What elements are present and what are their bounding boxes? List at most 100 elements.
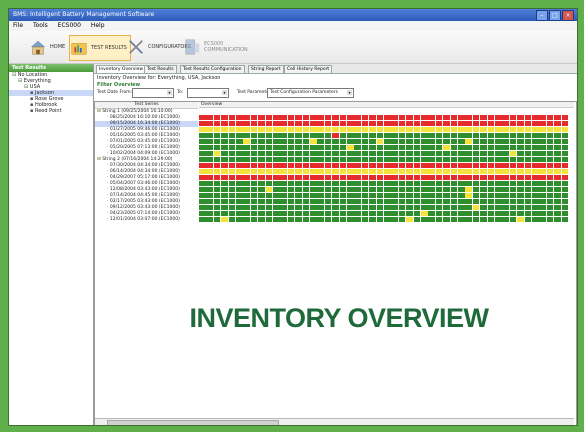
heatmap-cell[interactable] — [339, 133, 347, 138]
heatmap-cell[interactable] — [524, 181, 532, 186]
heatmap-cell[interactable] — [509, 181, 517, 186]
heatmap-cell[interactable] — [287, 169, 295, 174]
heatmap-cell[interactable] — [443, 157, 450, 162]
heatmap-cell[interactable] — [472, 133, 480, 138]
heatmap-cell[interactable] — [502, 175, 510, 180]
heatmap-cell[interactable] — [376, 127, 384, 132]
heatmap-cell[interactable] — [524, 211, 532, 216]
heatmap-cell[interactable] — [450, 121, 458, 126]
heatmap-cell[interactable] — [332, 127, 339, 132]
heatmap-cell[interactable] — [287, 151, 295, 156]
heatmap-cell[interactable] — [332, 169, 339, 174]
heatmap-cell[interactable] — [472, 115, 480, 120]
heatmap-cell[interactable] — [213, 115, 221, 120]
heatmap-cell[interactable] — [354, 175, 362, 180]
heatmap-cell[interactable] — [421, 121, 428, 126]
heatmap-cell[interactable] — [509, 163, 517, 168]
heatmap-cell[interactable] — [302, 139, 310, 144]
heatmap-cell[interactable] — [295, 217, 302, 222]
heatmap-cell[interactable] — [280, 193, 288, 198]
heatmap-cell[interactable] — [273, 181, 280, 186]
heatmap-cell[interactable] — [391, 205, 399, 210]
heatmap-cell[interactable] — [354, 199, 362, 204]
heatmap-cell[interactable] — [472, 169, 480, 174]
heatmap-cell[interactable] — [265, 175, 273, 180]
heatmap-cell[interactable] — [347, 157, 354, 162]
heatmap-cell[interactable] — [509, 205, 517, 210]
heatmap-cell[interactable] — [532, 187, 539, 192]
heatmap-cell[interactable] — [450, 217, 458, 222]
heatmap-cell[interactable] — [295, 187, 302, 192]
configurators-button[interactable]: CONFIGURATORS — [127, 35, 191, 59]
heatmap-cell[interactable] — [435, 175, 443, 180]
heatmap-cell[interactable] — [236, 169, 243, 174]
heatmap-cell[interactable] — [450, 157, 458, 162]
heatmap-cell[interactable] — [236, 163, 243, 168]
heatmap-cell[interactable] — [517, 181, 524, 186]
heatmap-cell[interactable] — [258, 157, 265, 162]
heatmap-cell[interactable] — [458, 157, 465, 162]
heatmap-cell[interactable] — [539, 139, 547, 144]
heatmap-cell[interactable] — [495, 133, 502, 138]
menu-file[interactable]: File — [13, 22, 23, 29]
heatmap-cell[interactable] — [339, 169, 347, 174]
heatmap-cell[interactable] — [302, 193, 310, 198]
heatmap-cell[interactable] — [554, 115, 561, 120]
heatmap-cell[interactable] — [413, 139, 421, 144]
heatmap-cell[interactable] — [524, 151, 532, 156]
heatmap-cell[interactable] — [324, 163, 332, 168]
heatmap-cell[interactable] — [250, 127, 258, 132]
heatmap-cell[interactable] — [524, 169, 532, 174]
heatmap-cell[interactable] — [361, 163, 369, 168]
heatmap-cell[interactable] — [280, 169, 288, 174]
heatmap-cell[interactable] — [258, 199, 265, 204]
heatmap-cell[interactable] — [273, 211, 280, 216]
heatmap-cell[interactable] — [376, 157, 384, 162]
heatmap-cell[interactable] — [287, 199, 295, 204]
heatmap-cell[interactable] — [361, 127, 369, 132]
heatmap-cell[interactable] — [324, 139, 332, 144]
heatmap-cell[interactable] — [413, 199, 421, 204]
heatmap-cell[interactable] — [384, 217, 391, 222]
heatmap-cell[interactable] — [265, 145, 273, 150]
heatmap-cell[interactable] — [561, 157, 569, 162]
heatmap-cell[interactable] — [302, 115, 310, 120]
heatmap-cell[interactable] — [391, 127, 399, 132]
heatmap-cell[interactable] — [332, 199, 339, 204]
heatmap-cell[interactable] — [339, 139, 347, 144]
heatmap-cell[interactable] — [435, 163, 443, 168]
heatmap-cell[interactable] — [243, 175, 251, 180]
heatmap-cell[interactable] — [250, 181, 258, 186]
heatmap-cell[interactable] — [287, 127, 295, 132]
heatmap-cell[interactable] — [317, 211, 325, 216]
heatmap-cell[interactable] — [450, 151, 458, 156]
heatmap-cell[interactable] — [502, 121, 510, 126]
heatmap-cell[interactable] — [310, 205, 317, 210]
heatmap-cell[interactable] — [532, 211, 539, 216]
heatmap-cell[interactable] — [398, 205, 406, 210]
heatmap-cell[interactable] — [428, 145, 436, 150]
heatmap-cell[interactable] — [302, 187, 310, 192]
heatmap-cell[interactable] — [199, 127, 206, 132]
heatmap-cell[interactable] — [480, 115, 487, 120]
heatmap-cell[interactable] — [539, 205, 547, 210]
heatmap-cell[interactable] — [317, 175, 325, 180]
heatmap-cell[interactable] — [228, 187, 236, 192]
heatmap-cell[interactable] — [398, 199, 406, 204]
heatmap-cell[interactable] — [369, 175, 376, 180]
heatmap-cell[interactable] — [465, 175, 473, 180]
heatmap-cell[interactable] — [495, 145, 502, 150]
heatmap-cell[interactable] — [450, 115, 458, 120]
heatmap-cell[interactable] — [273, 115, 280, 120]
heatmap-cell[interactable] — [250, 133, 258, 138]
heatmap-cell[interactable] — [539, 145, 547, 150]
heatmap-cell[interactable] — [310, 115, 317, 120]
heatmap-cell[interactable] — [539, 175, 547, 180]
heatmap-cell[interactable] — [450, 133, 458, 138]
heatmap-cell[interactable] — [206, 121, 214, 126]
heatmap-cell[interactable] — [443, 211, 450, 216]
heatmap-cell[interactable] — [532, 193, 539, 198]
heatmap-cell[interactable] — [487, 175, 495, 180]
heatmap-cell[interactable] — [287, 121, 295, 126]
heatmap-cell[interactable] — [221, 187, 228, 192]
